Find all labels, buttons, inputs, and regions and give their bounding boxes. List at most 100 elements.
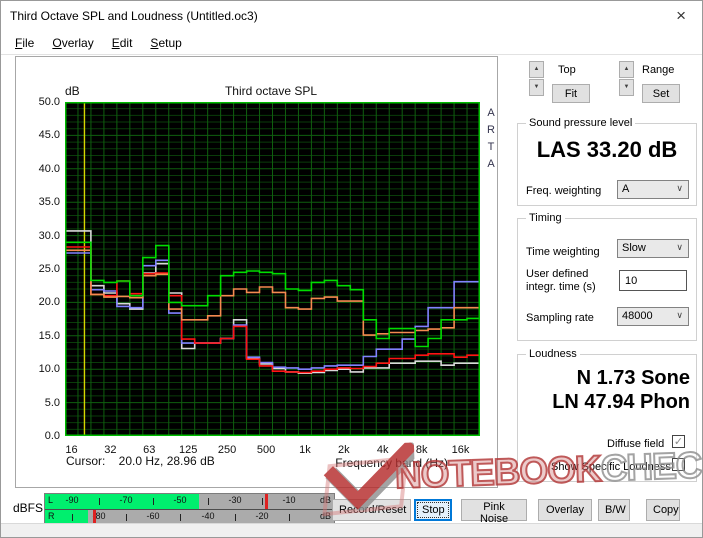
meter-tick	[126, 514, 127, 521]
x-tick-label: 16k	[446, 444, 476, 456]
x-tick-label: 500	[251, 444, 281, 456]
y-tick-label: 5.0	[20, 397, 60, 409]
window-title: Third Octave SPL and Loudness (Untitled.…	[10, 9, 258, 23]
meter-tick-label: -10	[282, 495, 295, 505]
sampling-rate-value: 48000	[622, 310, 653, 322]
meter-tick	[153, 498, 154, 505]
timing-group-label: Timing	[526, 212, 565, 224]
integr-time-input[interactable]	[619, 270, 687, 291]
x-tick-label: 2k	[329, 444, 359, 456]
spl-group-label: Sound pressure level	[526, 117, 635, 129]
time-weighting-select[interactable]: Slow ∨	[617, 239, 689, 258]
chart-panel: dB Third octave SPL 50.0 45.0 40.0 35.0 30.0…	[15, 56, 498, 488]
meter-tick-label: -40	[201, 511, 214, 521]
top-spin-up-icon[interactable]: ▲	[529, 61, 544, 78]
time-weighting-value: Slow	[622, 242, 646, 254]
set-button[interactable]: Set	[642, 84, 680, 103]
spl-plot[interactable]	[65, 102, 480, 436]
record-reset-button[interactable]: Record/Reset	[332, 499, 411, 521]
loudness-group: Loudness N 1.73 Sone LN 47.94 Phon Diffu…	[517, 354, 697, 482]
meter-tick-label: -20	[255, 511, 268, 521]
meter-unit-label: dB	[320, 495, 331, 505]
y-tick-label: 40.0	[20, 163, 60, 175]
meter-tick-label: -50	[173, 495, 186, 505]
y-tick-label: 50.0	[20, 96, 60, 108]
menu-overlay[interactable]: Overlay	[48, 35, 97, 51]
close-icon[interactable]: ×	[676, 6, 686, 26]
freq-weighting-select[interactable]: A ∨	[617, 180, 689, 199]
menu-setup[interactable]: Setup	[146, 35, 185, 51]
menu-edit[interactable]: Edit	[108, 35, 137, 51]
diffuse-field-label: Diffuse field	[607, 438, 664, 450]
y-tick-label: 0.0	[20, 430, 60, 442]
sampling-rate-label: Sampling rate	[526, 312, 594, 324]
meter-row-l: L-90-70-50-30-10dB	[45, 494, 334, 509]
meter-unit-label: dB	[320, 511, 331, 521]
chevron-down-icon: ∨	[676, 242, 683, 253]
copy-button[interactable]: Copy	[646, 499, 680, 521]
meter-tick	[235, 514, 236, 521]
meter-tick	[72, 514, 73, 521]
app-window: Third Octave SPL and Loudness (Untitled.…	[0, 0, 703, 538]
top-spinner[interactable]: ▲ ▼	[529, 61, 544, 97]
arta-watermark: ARTA	[484, 105, 498, 173]
range-label: Range	[642, 64, 674, 76]
top-spin-down-icon[interactable]: ▼	[529, 79, 544, 96]
y-tick-label: 30.0	[20, 230, 60, 242]
range-spin-up-icon[interactable]: ▲	[619, 61, 634, 78]
chevron-down-icon: ∨	[676, 183, 683, 194]
show-specific-loudness-checkbox[interactable]	[672, 458, 685, 471]
freq-weighting-value: A	[622, 183, 629, 195]
time-weighting-label: Time weighting	[526, 246, 600, 258]
phon-value: LN 47.94 Phon	[518, 391, 690, 414]
range-spin-down-icon[interactable]: ▼	[619, 79, 634, 96]
meter-tick-label: -60	[146, 511, 159, 521]
meter-tick	[262, 498, 263, 505]
cursor-readout: Cursor: 20.0 Hz, 28.96 dB	[66, 454, 215, 468]
fit-button[interactable]: Fit	[552, 84, 590, 103]
meter-tick-label: -30	[228, 495, 241, 505]
dbfs-label: dBFS	[13, 501, 43, 515]
diffuse-field-checkbox[interactable]: ✓	[672, 435, 685, 448]
meter-tick	[208, 498, 209, 505]
status-bar	[1, 523, 702, 537]
title-bar[interactable]: Third Octave SPL and Loudness (Untitled.…	[1, 1, 702, 31]
pink-noise-button[interactable]: Pink Noise	[461, 499, 527, 521]
loudness-group-label: Loudness	[526, 348, 580, 360]
y-tick-label: 15.0	[20, 330, 60, 342]
sampling-rate-select[interactable]: 48000 ∨	[617, 307, 689, 326]
timing-group: Timing Time weighting Slow ∨ User define…	[517, 218, 697, 341]
meter-tick-label: -90	[65, 495, 78, 505]
y-tick-label: 35.0	[20, 196, 60, 208]
y-tick-label: 10.0	[20, 363, 60, 375]
integr-time-label-1: User defined	[526, 268, 588, 280]
meter-tick	[180, 514, 181, 521]
y-tick-label: 25.0	[20, 263, 60, 275]
level-meters: L-90-70-50-30-10dBR-80-60-40-20dB	[44, 493, 335, 525]
menu-bar: File Overlay Edit Setup	[1, 31, 702, 55]
x-tick-label: 8k	[407, 444, 437, 456]
chevron-down-icon: ∨	[676, 310, 683, 321]
integr-time-label-2: integr. time (s)	[526, 281, 596, 293]
y-axis-unit: dB	[65, 84, 80, 98]
meter-tick	[289, 514, 290, 521]
meter-tick	[99, 498, 100, 505]
y-tick-label: 45.0	[20, 129, 60, 141]
sone-value: N 1.73 Sone	[518, 367, 690, 390]
meter-peak-marker	[265, 494, 268, 509]
x-tick-label: 250	[212, 444, 242, 456]
range-spinner[interactable]: ▲ ▼	[619, 61, 634, 97]
meter-channel-label: L	[48, 495, 53, 505]
meter-channel-label: R	[48, 511, 55, 521]
x-tick-label: 4k	[368, 444, 398, 456]
x-axis-label: Frequency band (Hz)	[306, 456, 448, 470]
overlay-button[interactable]: Overlay	[538, 499, 592, 521]
chart-title: Third octave SPL	[146, 84, 396, 98]
menu-file[interactable]: File	[11, 35, 38, 51]
show-specific-loudness-label: Show Specific Loudness	[551, 461, 671, 473]
y-tick-label: 20.0	[20, 296, 60, 308]
b-w-button[interactable]: B/W	[598, 499, 630, 521]
top-label: Top	[558, 64, 576, 76]
stop-button[interactable]: Stop	[414, 499, 452, 521]
spl-group: Sound pressure level LAS 33.20 dB Freq. …	[517, 123, 697, 206]
